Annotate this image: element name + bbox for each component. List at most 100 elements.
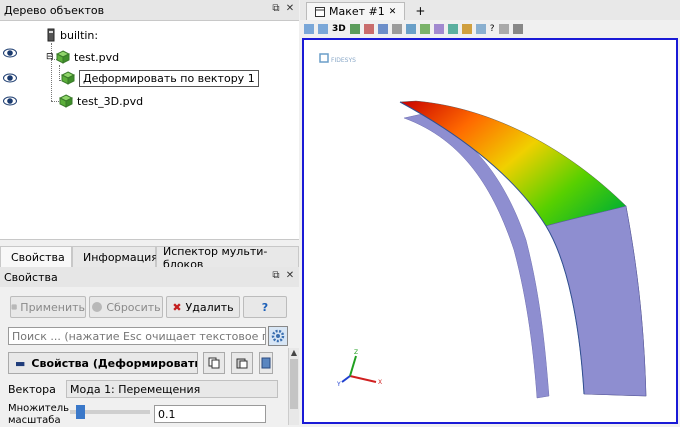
split-vertical-icon[interactable] xyxy=(318,24,328,34)
tree-item-label: builtin: xyxy=(60,28,99,42)
advanced-settings-button[interactable] xyxy=(268,326,288,346)
cube-icon xyxy=(61,71,75,85)
apply-label: Применить xyxy=(20,300,85,314)
delete-icon: ✖ xyxy=(172,300,182,314)
deformed-surface-lower xyxy=(545,205,647,397)
layout-icon xyxy=(315,6,325,17)
paste-icon xyxy=(236,358,248,369)
close-icon[interactable]: ✕ xyxy=(389,7,397,17)
search-input[interactable] xyxy=(8,327,266,345)
vectors-select[interactable]: Мода 1: Перемещения xyxy=(66,380,278,398)
axis-z-label: Z xyxy=(354,349,358,356)
shrink-selection-icon[interactable] xyxy=(461,24,472,34)
scale-slider-handle[interactable] xyxy=(76,405,85,419)
eye-icon[interactable] xyxy=(3,48,17,58)
properties-tabs: Свойства Информация Испектор мульти-блок… xyxy=(0,245,299,271)
query-icon[interactable]: ? xyxy=(490,24,495,34)
section-label: Свойства (Деформировать п xyxy=(31,356,198,370)
tree-item-test-pvd[interactable]: ⊟ test.pvd xyxy=(46,47,119,67)
view-toolbar: 3D ? xyxy=(300,20,680,38)
new-layout-tab-button[interactable]: + xyxy=(405,2,435,20)
select-block-icon[interactable] xyxy=(419,24,430,34)
tab-label: Информация xyxy=(83,251,158,264)
tree-item-label: test.pvd xyxy=(74,50,120,64)
left-panel: Дерево объектов ⧉ ✕ builtin: ⊟ test.pvd … xyxy=(0,0,299,426)
server-icon xyxy=(47,28,55,42)
layout-tab-label: Макет #1 xyxy=(329,5,385,18)
vectors-label: Вектора xyxy=(8,383,56,396)
help-label: ? xyxy=(261,300,269,314)
pipeline-tree: builtin: ⊟ test.pvd Деформировать по век… xyxy=(0,20,299,240)
scroll-thumb[interactable] xyxy=(290,359,298,409)
collapse-icon[interactable]: ⊟ xyxy=(46,52,56,62)
copy-button[interactable] xyxy=(203,352,225,374)
render-panel: Макет #1 ✕ + 3D ? FIDESYS X Z Y xyxy=(300,0,680,425)
reset-camera-icon[interactable] xyxy=(349,24,360,34)
scale-label: Множитель масштаба xyxy=(8,403,70,426)
tab-properties[interactable]: Свойства xyxy=(0,246,72,268)
select-frustum-icon[interactable] xyxy=(405,24,416,34)
collapse-bar-icon: ▬ xyxy=(15,356,26,370)
save-defaults-button[interactable] xyxy=(259,352,273,374)
tree-item-label: test_3D.pvd xyxy=(77,94,144,108)
pipeline-browser-header: Дерево объектов ⧉ ✕ xyxy=(0,0,299,20)
tree-item-test-3d[interactable]: test_3D.pvd xyxy=(59,91,143,111)
fidesys-logo: FIDESYS xyxy=(319,53,356,64)
zoom-box-icon[interactable] xyxy=(391,24,402,34)
close-icon[interactable]: ✕ xyxy=(285,270,295,281)
tab-information[interactable]: Информация xyxy=(72,246,158,268)
cube-icon xyxy=(56,50,70,64)
scale-slider[interactable] xyxy=(70,405,150,419)
properties-title: Свойства xyxy=(4,270,58,284)
axis-x-label: X xyxy=(378,379,382,386)
tab-layout-1[interactable]: Макет #1 ✕ xyxy=(306,2,406,20)
grow-selection-icon[interactable] xyxy=(447,24,458,34)
cube-icon xyxy=(59,94,73,108)
orientation-axes: X Z Y xyxy=(336,349,382,388)
pipeline-browser-title: Дерево объектов xyxy=(4,3,105,17)
reset-button[interactable]: Сбросить xyxy=(89,296,163,318)
float-icon[interactable]: ⧉ xyxy=(271,3,281,14)
mode-3d-button[interactable]: 3D xyxy=(332,24,346,34)
properties-scrollbar[interactable]: ▲ xyxy=(288,348,299,425)
tree-item-deform[interactable]: Деформировать по вектору 1 xyxy=(61,68,259,88)
tree-item-builtin[interactable]: builtin: xyxy=(46,25,98,45)
interactive-select-icon[interactable] xyxy=(433,24,444,34)
layout-tabs: Макет #1 ✕ + xyxy=(300,0,680,20)
split-horizontal-icon[interactable] xyxy=(304,24,314,34)
help-button[interactable]: ? xyxy=(243,296,287,318)
copy-icon xyxy=(208,357,220,369)
save-icon xyxy=(261,357,271,369)
logo-text: FIDESYS xyxy=(331,57,356,64)
hover-points-icon[interactable] xyxy=(475,24,486,34)
render-view[interactable]: FIDESYS X Z Y xyxy=(302,38,678,424)
reset-label: Сбросить xyxy=(106,300,161,314)
close-icon[interactable]: ✕ xyxy=(285,3,295,14)
properties-panel: Применить Сбросить ✖ Удалить ? ▬ Свойств… xyxy=(0,288,299,426)
axis-y-label: Y xyxy=(336,381,341,388)
eye-icon[interactable] xyxy=(3,96,17,106)
extract-selection-icon[interactable] xyxy=(498,24,509,34)
paste-button[interactable] xyxy=(231,352,253,374)
delete-label: Удалить xyxy=(185,300,234,314)
float-icon[interactable]: ⧉ xyxy=(271,270,281,281)
tab-label: Свойства xyxy=(11,251,65,264)
reset-icon xyxy=(92,302,103,312)
scroll-up-icon[interactable]: ▲ xyxy=(289,348,299,357)
section-toggle-properties[interactable]: ▬ Свойства (Деформировать п xyxy=(8,352,198,374)
tree-item-label: Деформировать по вектору 1 xyxy=(79,69,259,87)
gear-icon xyxy=(271,329,285,343)
new-tab-label: + xyxy=(415,4,426,18)
scale-input[interactable]: 0.1 xyxy=(154,405,266,423)
select-cells-icon[interactable] xyxy=(363,24,374,34)
tab-multiblock-inspector[interactable]: Испектор мульти-блоков xyxy=(156,245,299,271)
scale-value: 0.1 xyxy=(158,407,176,421)
eye-icon[interactable] xyxy=(3,73,17,83)
delete-button[interactable]: ✖ Удалить xyxy=(166,296,240,318)
vectors-value: Мода 1: Перемещения xyxy=(70,382,201,396)
apply-button[interactable]: Применить xyxy=(10,296,86,318)
select-points-icon[interactable] xyxy=(377,24,388,34)
render-canvas[interactable]: FIDESYS X Z Y xyxy=(304,40,676,422)
apply-icon xyxy=(11,304,17,310)
clear-selection-icon[interactable] xyxy=(512,24,523,34)
